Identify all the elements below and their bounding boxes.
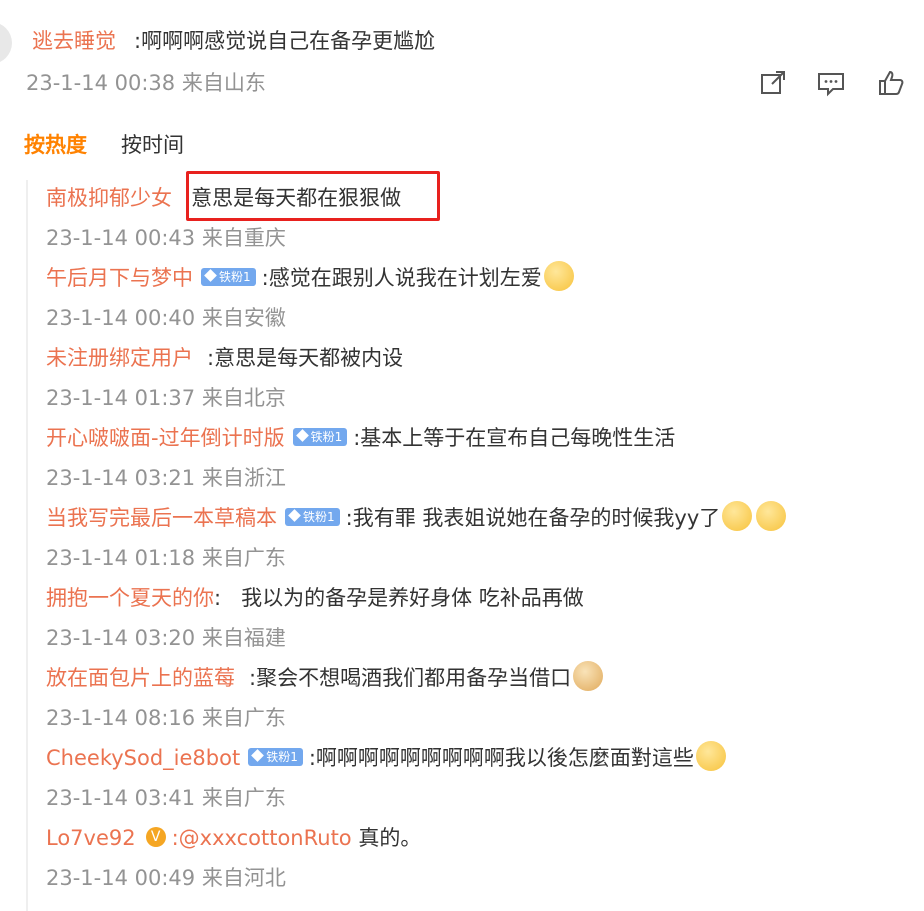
reply-item: 开心啵啵面-过年倒计时版 铁粉1 :基本上等于在宣布自己每晚性生活 23-1-14 … [46, 420, 924, 500]
comment-icon[interactable] [816, 68, 846, 98]
doge-emoji [573, 661, 604, 691]
fan-badge: 铁粉1 [248, 748, 303, 766]
reply-meta: 23-1-14 08:16 来自广东 [46, 706, 286, 730]
reply-meta: 23-1-14 00:49 来自河北 [46, 866, 286, 890]
pleading-emoji [722, 501, 753, 531]
fan-badge: 铁粉1 [285, 508, 340, 526]
pleading-emoji [756, 501, 787, 531]
reply-item: 午后月下与梦中 铁粉1 :感觉在跟别人说我在计划左爱 23-1-14 00:40 来… [46, 260, 924, 340]
reply-meta: 23-1-14 00:43 来自重庆 [46, 226, 286, 250]
sort-tabs: 按热度 按时间 [24, 128, 184, 162]
reply-item: 当我写完最后一本草稿本 铁粉1 :我有罪 我表姐说她在备孕的时候我yy了 23-1-… [46, 500, 924, 580]
reply-text: :意思是每天都被内设 [207, 346, 404, 370]
reply-line: 拥抱一个夏天的你: 我以为的备孕是养好身体 吃补品再做 [46, 580, 584, 616]
reply-text: :聚会不想喝酒我们都用备孕当借口 [249, 666, 572, 690]
reply-username[interactable]: 未注册绑定用户 [46, 346, 193, 370]
reply-username[interactable]: 当我写完最后一本草稿本 [46, 506, 277, 530]
laugh-cry-emoji [543, 261, 574, 291]
verified-icon: V [145, 827, 166, 847]
reply-line: CheekySod_ie8bot 铁粉1 :啊啊啊啊啊啊啊啊啊我以後怎麼面對這些 [46, 740, 726, 776]
crying-emoji [695, 741, 726, 771]
reply-item: 放在面包片上的蓝莓 :聚会不想喝酒我们都用备孕当借口 23-1-14 08:16 … [46, 660, 924, 740]
reply-line: 未注册绑定用户 :意思是每天都被内设 [46, 340, 403, 376]
reply-text: 真的。 [351, 826, 422, 850]
reply-text: :啊啊啊啊啊啊啊啊啊我以後怎麼面對這些 [308, 746, 694, 770]
reply-item: 南极抑郁少女:意思是每天都在狠狠做 23-1-14 00:43 来自重庆 [46, 180, 924, 260]
fan-badge-label: 铁粉1 [266, 750, 298, 764]
parent-comment: 逃去睡觉 :啊啊啊感觉说自己在备孕更尴尬 23-1-14 00:38 来自山东 [0, 0, 924, 120]
comment-actions [758, 68, 924, 100]
parent-username[interactable]: 逃去睡觉 [32, 29, 116, 53]
like-icon[interactable] [876, 68, 906, 98]
reply-text: :我有罪 我表姐说她在备孕的时候我yy了 [345, 506, 721, 530]
reply-username[interactable]: 放在面包片上的蓝莓 [46, 666, 235, 690]
reply-username[interactable]: 开心啵啵面-过年倒计时版 [46, 426, 285, 450]
highlight-box [186, 171, 440, 221]
reply-line: 放在面包片上的蓝莓 :聚会不想喝酒我们都用备孕当借口 [46, 660, 604, 696]
reply-text: :基本上等于在宣布自己每晚性生活 [353, 426, 676, 450]
reply-item: 拥抱一个夏天的你: 我以为的备孕是养好身体 吃补品再做 23-1-14 03:2… [46, 580, 924, 660]
reply-username[interactable]: 午后月下与梦中 [46, 266, 193, 290]
reply-meta: 23-1-14 00:40 来自安徽 [46, 306, 286, 330]
parent-comment-line: 逃去睡觉 :啊啊啊感觉说自己在备孕更尴尬 [32, 26, 435, 56]
reply-line: Lo7ve92 V :@xxxcottonRuto 真的。 [46, 820, 421, 856]
reply-line: 当我写完最后一本草稿本 铁粉1 :我有罪 我表姐说她在备孕的时候我yy了 [46, 500, 787, 536]
avatar[interactable] [0, 22, 12, 64]
reply-text: : 我以为的备孕是养好身体 吃补品再做 [214, 586, 584, 610]
reply-meta: 23-1-14 01:18 来自广东 [46, 546, 286, 570]
reply-username[interactable]: 南极抑郁少女 [46, 186, 172, 210]
reply-meta: 23-1-14 03:21 来自浙江 [46, 466, 286, 490]
reply-text: :感觉在跟别人说我在计划左爱 [261, 266, 542, 290]
fan-badge-label: 铁粉1 [310, 430, 343, 444]
mention-link[interactable]: :@xxxcottonRuto [172, 826, 352, 850]
fan-badge-label: 铁粉1 [219, 270, 251, 284]
reply-line: 午后月下与梦中 铁粉1 :感觉在跟别人说我在计划左爱 [46, 260, 574, 296]
parent-comment-meta: 23-1-14 00:38 来自山东 [26, 71, 266, 95]
reply-meta: 23-1-14 01:37 来自北京 [46, 386, 286, 410]
reply-item: CheekySod_ie8bot 铁粉1 :啊啊啊啊啊啊啊啊啊我以後怎麼面對這些 2… [46, 740, 924, 820]
tab-sort-by-time[interactable]: 按时间 [121, 128, 184, 162]
reply-meta: 23-1-14 03:20 来自福建 [46, 626, 286, 650]
tab-sort-by-hot[interactable]: 按热度 [24, 128, 87, 162]
reply-username[interactable]: CheekySod_ie8bot [46, 746, 240, 770]
parent-comment-text: :啊啊啊感觉说自己在备孕更尴尬 [134, 29, 436, 53]
fan-badge: 铁粉1 [201, 268, 256, 286]
reply-username[interactable]: 拥抱一个夏天的你 [46, 586, 214, 610]
reply-username[interactable]: Lo7ve92 [46, 826, 136, 850]
reply-item: Lo7ve92 V :@xxxcottonRuto 真的。 23-1-14 00:4… [46, 820, 924, 900]
reply-list: 南极抑郁少女:意思是每天都在狠狠做 23-1-14 00:43 来自重庆 午后月… [26, 180, 924, 911]
fan-badge: 铁粉1 [292, 428, 348, 446]
reply-meta: 23-1-14 03:41 来自广东 [46, 786, 286, 810]
reply-item: 未注册绑定用户 :意思是每天都被内设 23-1-14 01:37 来自北京 [46, 340, 924, 420]
reply-line: 开心啵啵面-过年倒计时版 铁粉1 :基本上等于在宣布自己每晚性生活 [46, 420, 675, 456]
share-icon[interactable] [758, 68, 788, 98]
fan-badge-label: 铁粉1 [303, 510, 335, 524]
